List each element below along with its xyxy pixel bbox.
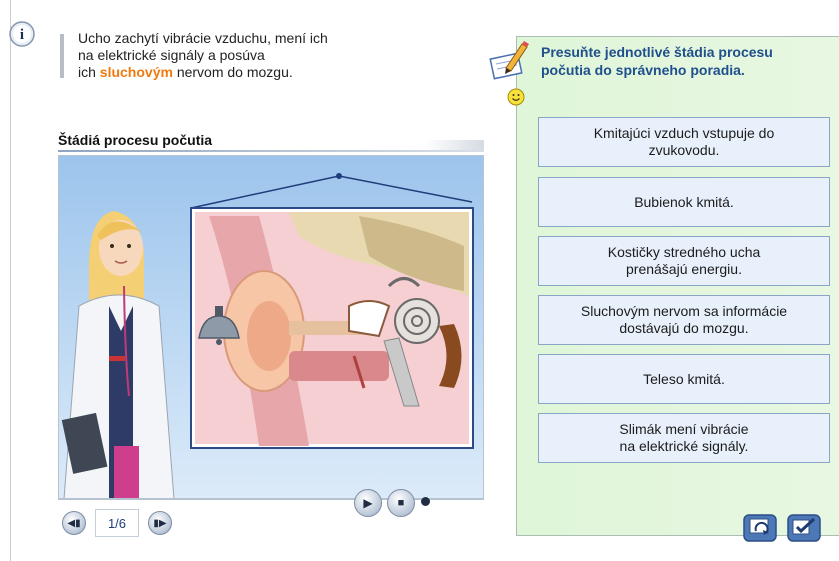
title-rule-cap bbox=[424, 140, 484, 150]
task-instruction: Presuňte jednotlivé štádia procesu počut… bbox=[541, 43, 773, 79]
instruction-line-1: Presuňte jednotlivé štádia procesu bbox=[541, 44, 773, 60]
play-icon: ▶ bbox=[363, 496, 373, 510]
stage-card-text: Kostičky stredného ucha bbox=[607, 244, 761, 260]
stage-card-2[interactable]: Bubienok kmitá. bbox=[538, 177, 830, 227]
section-title: Štádiá procesu počutia bbox=[58, 132, 213, 148]
play-button[interactable]: ▶ bbox=[354, 489, 382, 517]
stop-button[interactable]: ■ bbox=[387, 489, 415, 517]
svg-text:i: i bbox=[20, 27, 24, 43]
intro-line-1: Ucho zachytí vibrácie vzduchu, mení ich bbox=[78, 30, 328, 46]
stage-card-text: Teleso kmitá. bbox=[643, 370, 725, 387]
next-icon: ▮▶ bbox=[153, 517, 167, 529]
intro-line-3: ich sluchovým nervom do mozgu. bbox=[78, 64, 328, 81]
next-slide-button[interactable]: ▮▶ bbox=[148, 511, 172, 535]
stage-card-text: prenášajú energiu. bbox=[626, 261, 742, 277]
stage-card-text: zvukovodu. bbox=[648, 142, 720, 158]
info-icon[interactable]: i bbox=[8, 20, 36, 48]
illustration-scene bbox=[58, 155, 484, 500]
ear-anatomy-illustration bbox=[61, 173, 474, 499]
stage-card-4[interactable]: Sluchovým nervom sa informácie dostávajú … bbox=[538, 295, 830, 345]
stage-card-text: na elektrické signály. bbox=[619, 438, 749, 454]
stage-card-5[interactable]: Teleso kmitá. bbox=[538, 354, 830, 404]
smiley-icon bbox=[507, 88, 525, 106]
intro-line-2: na elektrické signály a posúva bbox=[78, 47, 265, 63]
intro-line-3-post: nervom do mozgu. bbox=[172, 64, 293, 80]
stage-card-text: Sluchovým nervom sa informácie bbox=[580, 303, 788, 319]
stage-card-text: Kmitajúci vzduch vstupuje do bbox=[593, 125, 775, 141]
progress-indicator-dot[interactable] bbox=[421, 497, 430, 506]
prev-icon: ◀▮ bbox=[67, 517, 81, 529]
reset-button[interactable] bbox=[742, 513, 778, 543]
stage-card-1[interactable]: Kmitajúci vzduch vstupuje do zvukovodu. bbox=[538, 117, 830, 167]
intro-highlight: sluchovým bbox=[99, 64, 173, 80]
stage-card-6[interactable]: Slimák mení vibrácie na elektrické signál… bbox=[538, 413, 830, 463]
stop-icon: ■ bbox=[397, 497, 405, 509]
prev-slide-button[interactable]: ◀▮ bbox=[62, 511, 86, 535]
panel-bottom-rule bbox=[516, 535, 742, 536]
intro-accent-bar bbox=[60, 34, 64, 78]
pencil-task-icon bbox=[489, 41, 529, 80]
stage-card-text: Slimák mení vibrácie bbox=[619, 421, 749, 437]
intro-line-3-pre: ich bbox=[78, 64, 100, 80]
stage-card-text: dostávajú do mozgu. bbox=[619, 320, 749, 336]
stage-card-text: Bubienok kmitá. bbox=[634, 193, 734, 210]
slide-counter: 1/6 bbox=[95, 509, 139, 537]
left-divider-line bbox=[10, 0, 11, 561]
check-button[interactable] bbox=[786, 513, 822, 543]
title-rule bbox=[58, 150, 484, 152]
instruction-line-2: počutia do správneho poradia. bbox=[541, 62, 745, 78]
stage-card-3[interactable]: Kostičky stredného ucha prenášajú energiu… bbox=[538, 236, 830, 286]
intro-text: Ucho zachytí vibrácie vzduchu, mení ich … bbox=[78, 30, 328, 81]
